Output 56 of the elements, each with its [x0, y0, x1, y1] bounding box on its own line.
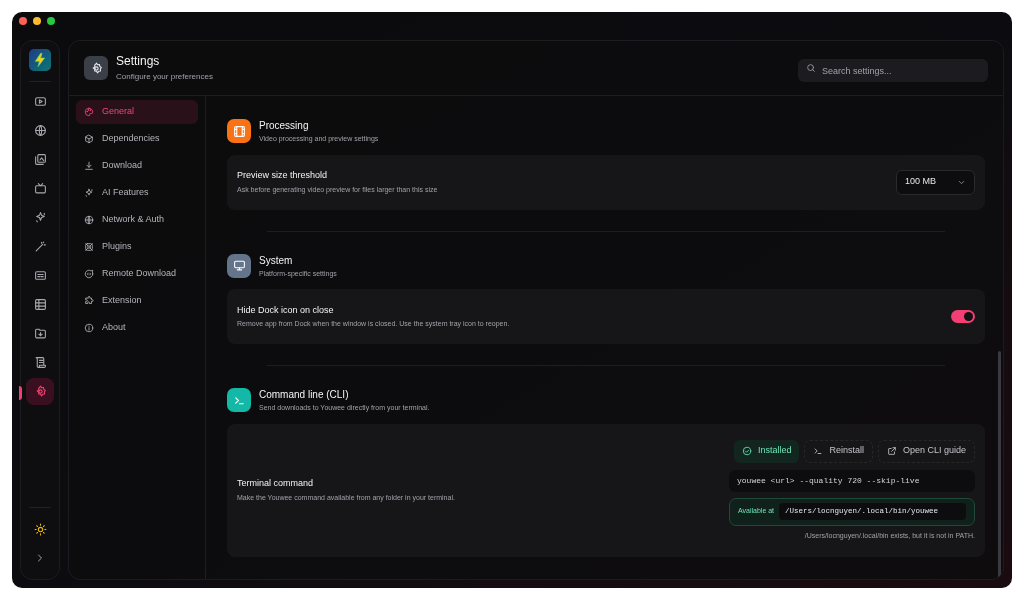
folder-download-icon — [33, 327, 47, 340]
magic-wand-icon — [33, 240, 47, 253]
page-subtitle: Configure your preferences — [116, 70, 213, 83]
palette-icon — [84, 107, 94, 117]
section-title: System — [259, 253, 294, 268]
nav-item[interactable]: Plugins — [76, 235, 198, 259]
nav-item[interactable]: Dependencies — [76, 127, 198, 151]
sparkles-icon — [84, 188, 94, 198]
nav-item[interactable]: Download — [76, 154, 198, 178]
active-indicator — [19, 386, 22, 400]
info-icon — [84, 323, 94, 333]
images-icon — [33, 153, 47, 166]
toggle-switch[interactable] — [951, 310, 975, 323]
scrollbar[interactable] — [998, 351, 1001, 579]
nav-item[interactable]: AI Features — [76, 181, 198, 205]
nav-item[interactable]: Extension — [76, 289, 198, 313]
sidebar-button[interactable] — [26, 378, 54, 405]
minimize-window-button[interactable] — [33, 17, 41, 25]
check-circle-icon — [741, 446, 752, 456]
bolt-icon — [32, 52, 48, 68]
setting-label: Terminal command — [237, 477, 315, 491]
nav-item[interactable]: Network & Auth — [76, 208, 198, 232]
globe-icon — [33, 124, 47, 137]
zoom-window-button[interactable] — [47, 17, 55, 25]
package-icon — [84, 134, 94, 144]
section-title: Processing — [259, 119, 310, 133]
table-icon — [33, 298, 47, 311]
monitor-icon — [232, 259, 246, 273]
app-logo[interactable] — [29, 49, 51, 71]
nav-item[interactable]: About — [76, 316, 198, 340]
download-icon — [84, 161, 94, 171]
size-dropdown[interactable]: 100 MB — [896, 169, 975, 195]
sun-icon — [33, 522, 47, 536]
external-link-icon — [886, 446, 897, 456]
search-icon — [806, 63, 816, 73]
sparkles-icon — [33, 211, 47, 224]
tv-icon — [33, 182, 47, 195]
caption-icon — [33, 269, 47, 282]
cli-button[interactable]: Installed — [733, 439, 800, 463]
nav-item[interactable]: General — [76, 100, 198, 124]
close-window-button[interactable] — [19, 17, 27, 25]
terminal-icon — [813, 446, 824, 456]
search-field[interactable]: Search settings... — [798, 59, 988, 82]
section-title: Command line (CLI) — [259, 388, 350, 402]
scroll-icon — [33, 356, 47, 369]
puzzle-icon — [84, 296, 94, 306]
command-field[interactable]: youwee <url> --quality 720 --skip-live — [729, 469, 975, 492]
setting-label: Preview size threshold — [237, 169, 329, 182]
setting-label: Hide Dock icon on close — [237, 303, 335, 317]
film-icon — [232, 124, 246, 138]
nav-item[interactable]: Remote Download — [76, 262, 198, 286]
cli-button[interactable]: Reinstall — [804, 439, 873, 463]
cli-button[interactable]: Open CLI guide — [877, 439, 975, 463]
play-icon — [33, 95, 47, 108]
page-title: Settings — [116, 53, 161, 69]
globe-icon — [84, 215, 94, 225]
